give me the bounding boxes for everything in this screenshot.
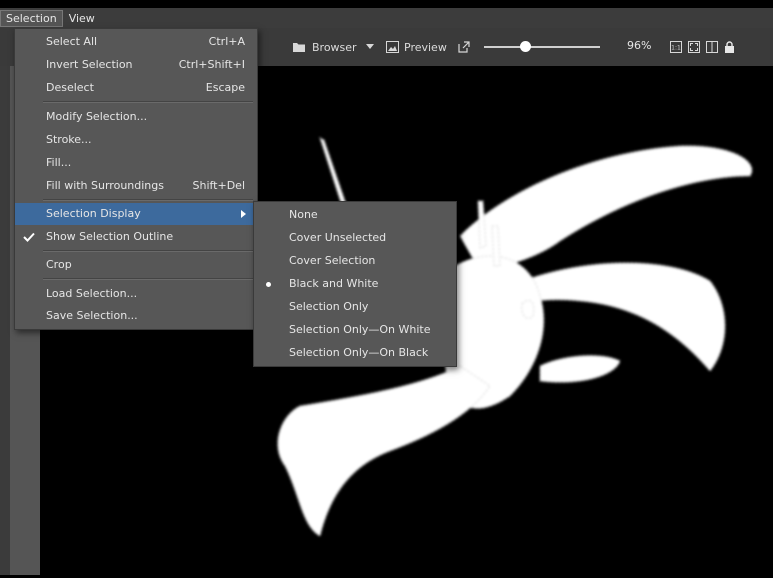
submenu-item-label: Selection Only—On Black <box>289 346 429 359</box>
submenu-arrow-icon <box>241 210 246 218</box>
actual-size-icon: 1:1 <box>670 41 682 53</box>
external-link-icon <box>458 41 470 53</box>
menu-item-fill[interactable]: Fill... <box>15 152 257 174</box>
menu-item-label: Show Selection Outline <box>46 230 174 243</box>
menu-item-deselect[interactable]: Deselect Escape <box>15 77 257 99</box>
menu-item-label: Selection Display <box>46 207 141 220</box>
menu-item-label: Select All <box>46 35 98 48</box>
lock-icon <box>725 41 734 53</box>
submenu-item-label: Cover Unselected <box>289 231 387 244</box>
submenu-item-selection-only[interactable]: Selection Only <box>254 296 456 318</box>
compare-icon <box>706 41 718 53</box>
left-panel <box>0 66 10 575</box>
submenu-item-label: Black and White <box>289 277 379 290</box>
menu-item-label: Invert Selection <box>46 58 133 71</box>
zoom-level: 96% <box>627 39 652 52</box>
svg-text:1:1: 1:1 <box>671 45 681 52</box>
menu-item-label: Fill with Surroundings <box>46 179 164 192</box>
menu-item-crop[interactable]: Crop <box>15 254 257 276</box>
submenu-item-none[interactable]: None <box>254 204 456 226</box>
menu-item-select-all[interactable]: Select All Ctrl+A <box>15 31 257 53</box>
menu-item-modify-selection[interactable]: Modify Selection... <box>15 106 257 128</box>
browser-label: Browser <box>312 40 357 54</box>
submenu-item-black-and-white[interactable]: Black and White <box>254 273 456 295</box>
folder-icon <box>293 43 305 52</box>
menu-item-shortcut: Shift+Del <box>192 179 245 192</box>
selection-display-submenu: None Cover Unselected Cover Selection Bl… <box>253 201 457 367</box>
browser-button[interactable]: Browser <box>292 38 357 56</box>
menu-item-save-selection[interactable]: Save Selection... <box>15 305 257 327</box>
menu-item-label: Load Selection... <box>46 287 138 300</box>
menu-separator <box>43 101 253 103</box>
menu-view[interactable]: View <box>63 10 101 27</box>
menu-separator <box>43 250 253 252</box>
menu-selection[interactable]: Selection <box>0 9 63 27</box>
image-icon <box>386 41 399 53</box>
menu-item-selection-display[interactable]: Selection Display <box>15 203 257 225</box>
menu-item-fill-with-surroundings[interactable]: Fill with Surroundings Shift+Del <box>15 175 257 197</box>
menu-item-shortcut: Ctrl+A <box>208 35 245 48</box>
menu-item-shortcut: Ctrl+Shift+I <box>178 58 245 71</box>
submenu-item-cover-selection[interactable]: Cover Selection <box>254 250 456 272</box>
menu-item-show-selection-outline[interactable]: Show Selection Outline <box>15 226 257 248</box>
selection-menu: Select All Ctrl+A Invert Selection Ctrl+… <box>14 28 258 330</box>
fit-screen-icon <box>688 41 700 53</box>
menu-item-label: Crop <box>46 258 72 271</box>
zoom-slider-track[interactable] <box>484 46 600 48</box>
zoom-slider-thumb[interactable] <box>519 41 531 52</box>
menu-item-load-selection[interactable]: Load Selection... <box>15 283 257 305</box>
fit-screen-button[interactable] <box>688 38 700 56</box>
menu-item-label: Fill... <box>46 156 72 169</box>
lock-button[interactable] <box>724 38 735 56</box>
submenu-item-label: Selection Only—On White <box>289 323 431 336</box>
menu-item-label: Stroke... <box>46 133 92 146</box>
caret-down-icon <box>366 44 374 49</box>
actual-size-button[interactable]: 1:1 <box>670 38 682 56</box>
menu-item-invert-selection[interactable]: Invert Selection Ctrl+Shift+I <box>15 54 257 76</box>
preview-label: Preview <box>404 40 447 54</box>
menu-bar: Selection View <box>0 8 773 28</box>
preview-button[interactable]: Preview <box>386 38 447 56</box>
submenu-item-label: None <box>289 208 318 221</box>
menu-item-label: Save Selection... <box>46 309 138 322</box>
external-open-button[interactable] <box>458 38 470 56</box>
browser-dropdown[interactable] <box>366 38 374 56</box>
checkmark-icon <box>23 232 35 242</box>
menu-separator <box>43 199 253 201</box>
radio-dot-icon <box>266 282 271 287</box>
submenu-item-label: Cover Selection <box>289 254 376 267</box>
submenu-item-selection-only-on-white[interactable]: Selection Only—On White <box>254 319 456 341</box>
submenu-item-cover-unselected[interactable]: Cover Unselected <box>254 227 456 249</box>
menu-item-label: Deselect <box>46 81 94 94</box>
menu-item-shortcut: Escape <box>205 81 245 94</box>
submenu-item-selection-only-on-black[interactable]: Selection Only—On Black <box>254 342 456 364</box>
menu-separator <box>43 278 253 280</box>
menu-item-stroke[interactable]: Stroke... <box>15 129 257 151</box>
compare-button[interactable] <box>706 38 718 56</box>
menu-item-label: Modify Selection... <box>46 110 148 123</box>
submenu-item-label: Selection Only <box>289 300 369 313</box>
